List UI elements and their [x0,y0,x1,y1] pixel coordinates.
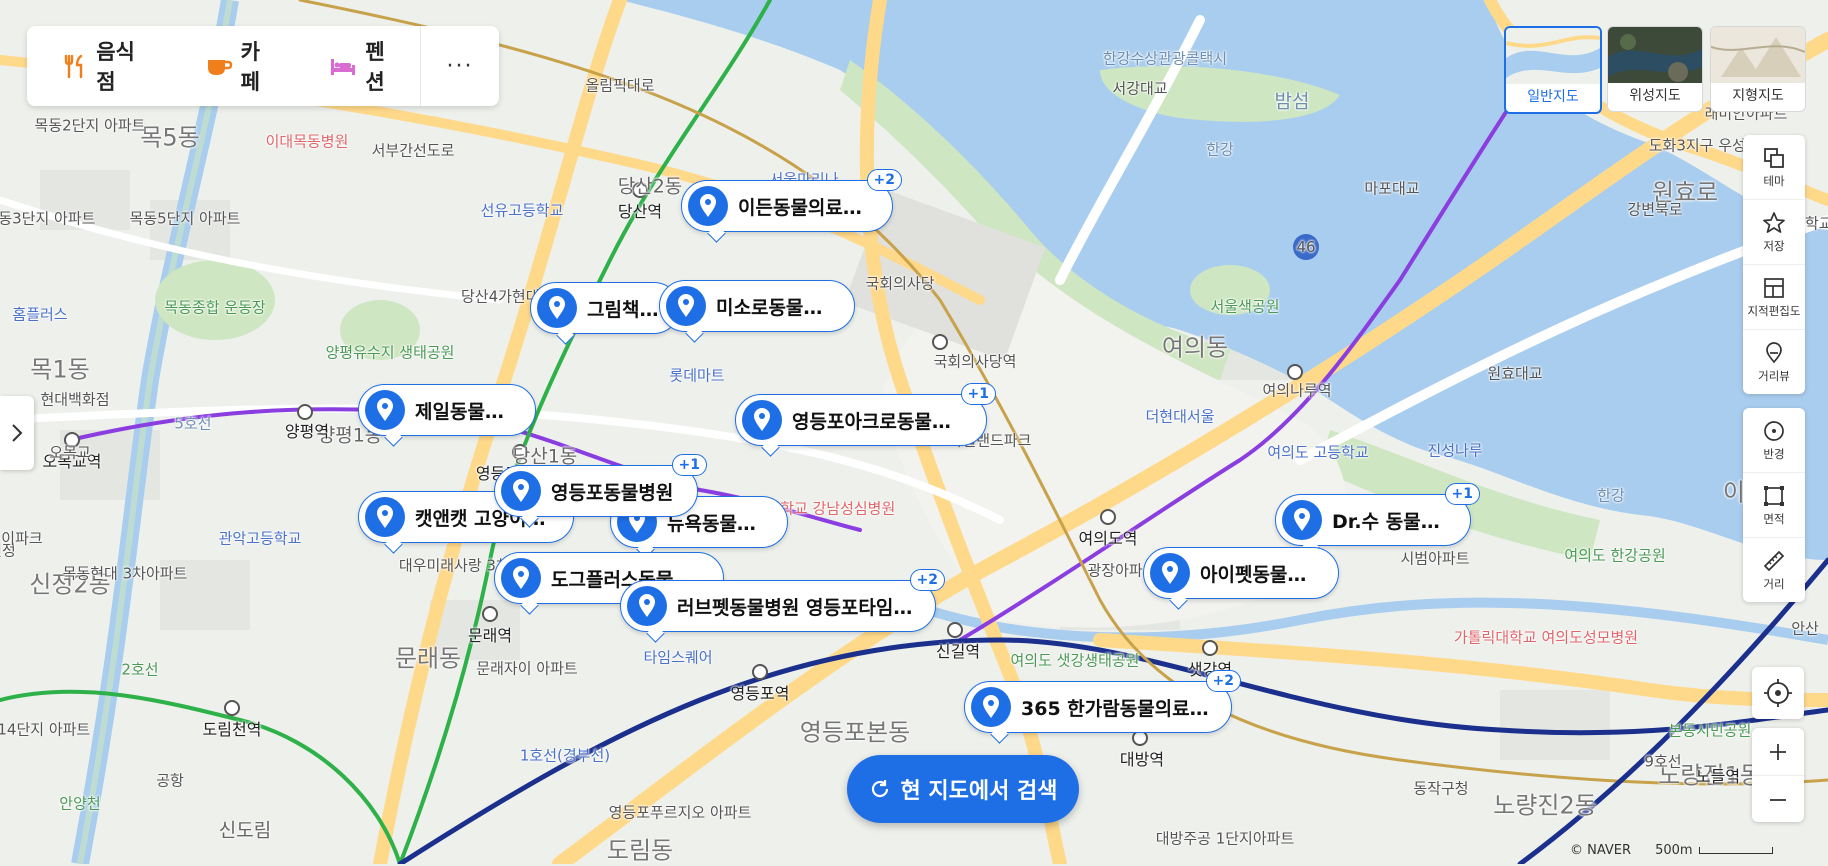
pin-name: 영등포아크로동물병원 [792,410,966,433]
refresh-icon [871,780,888,798]
chevron-right-icon [12,424,23,442]
crosshair-icon [1764,679,1792,707]
category-label: 음식점 [96,40,135,94]
location-pin-icon [627,586,667,626]
place-pin[interactable]: 365 한가람동물의료센터 +2 [964,670,1241,733]
pin-count-badge: +2 [909,569,945,591]
side-panel-toggle[interactable] [0,396,34,470]
place-pin[interactable]: 미소로동물병원 [659,280,855,332]
category-label: 펜션 [365,40,385,94]
coffee-cup-icon [205,52,233,80]
location-pin-icon [1282,500,1322,540]
plus-icon [1770,743,1786,760]
pin-count-badge: +2 [866,169,902,191]
map-tools-top: 테마 저장 지적편집도 거리뷰 [1743,135,1805,394]
pin-name: 러브펫동물병원 영등포타임… [677,596,913,619]
pin-name: Dr.수 동물병원 [1332,510,1450,533]
layer-terrain-map[interactable]: 지형지도 [1710,26,1806,112]
layer-satellite-map[interactable]: 위성지도 [1607,26,1703,112]
more-categories-button[interactable]: ··· [420,26,499,106]
map-tools-measure: 반경 면적 거리 [1743,408,1805,602]
category-restaurant-button[interactable]: 음식점 [27,26,171,106]
satellite-map-thumbnail-icon [1608,27,1702,83]
layer-normal-map[interactable]: 일반지도 [1504,26,1602,114]
pin-count-badge: +1 [960,383,996,405]
fork-knife-icon [61,52,88,80]
street-view-pin-icon [1766,341,1782,363]
pin-name: 이든동물의료센터 [738,196,872,219]
location-pin-icon [537,288,577,328]
tool-label: 거리 [1763,576,1785,591]
category-pension-button[interactable]: 펜션 [295,26,420,106]
place-pin[interactable]: 러브펫동물병원 영등포타임… +2 [620,569,945,632]
category-bar: 음식점 카페 펜션 ··· [27,26,499,106]
place-pin[interactable]: Dr.수 동물병원 +1 [1275,483,1480,546]
terrain-map-thumbnail-icon [1711,27,1805,83]
search-this-area-button[interactable]: 현 지도에서 검색 [847,755,1079,823]
location-pin-icon [365,390,405,430]
place-pin[interactable]: 그림책 읽 [530,282,680,334]
location-pin-icon [688,186,728,226]
tool-label: 저장 [1763,238,1785,253]
theme-button[interactable]: 테마 [1743,135,1805,200]
search-this-area-label: 현 지도에서 검색 [900,779,1058,804]
save-button[interactable]: 저장 [1743,200,1805,265]
tool-label: 거리뷰 [1758,368,1790,383]
category-cafe-button[interactable]: 카페 [171,26,296,106]
ruler-icon [1763,550,1785,571]
zoom-controls [1752,728,1804,822]
pin-name: 365 한가람동물의료센터 [1021,697,1211,720]
radius-icon [1764,420,1784,441]
layer-label: 위성지도 [1629,88,1681,104]
normal-map-thumbnail-icon [1506,28,1600,84]
location-pin-icon [501,558,541,598]
pin-name: 아이펫동물병원 [1200,563,1318,586]
minus-icon [1770,798,1786,801]
distance-button[interactable]: 거리 [1743,538,1805,602]
place-pin[interactable]: 아이펫동물병원 [1143,547,1339,599]
category-label: 카페 [240,40,260,94]
layer-label: 일반지도 [1527,89,1579,105]
place-pin[interactable]: 이든동물의료센터 +2 [681,169,902,232]
pin-name: 그림책 읽 [587,298,659,321]
tool-label: 지적편집도 [1747,303,1801,318]
location-pin-icon [971,687,1011,727]
pin-name: 미소로동물병원 [716,296,834,319]
tool-label: 면적 [1763,511,1785,526]
pin-count-badge: +1 [671,454,707,476]
pin-count-badge: +1 [1444,483,1480,505]
current-location-button[interactable] [1752,667,1804,719]
star-icon [1763,211,1785,233]
zoom-out-button[interactable] [1752,776,1804,823]
tool-label: 반경 [1763,446,1785,461]
place-pin[interactable]: 영등포아크로동물병원 +1 [735,383,996,446]
place-pin[interactable]: 영등포동물병원 +1 [494,454,707,517]
location-pin-icon [365,497,405,537]
layer-label: 지형지도 [1732,88,1784,104]
radius-button[interactable]: 반경 [1743,408,1805,473]
location-pin-icon [1150,553,1190,593]
location-pin-icon [666,286,706,326]
street-view-button[interactable]: 거리뷰 [1743,330,1805,394]
pin-name: 제일동물병원 [415,400,515,423]
theme-icon [1764,147,1784,168]
scale-bar [1698,847,1773,854]
area-button[interactable]: 면적 [1743,473,1805,538]
tool-label: 테마 [1763,173,1785,188]
cadastral-map-button[interactable]: 지적편집도 [1743,265,1805,330]
bed-icon [329,52,357,80]
zoom-in-button[interactable] [1752,728,1804,776]
area-icon [1764,485,1784,506]
place-pin[interactable]: 제일동물병원 [358,384,536,436]
location-pin-icon [501,471,541,511]
scale-text: 500m [1655,843,1693,858]
pin-name: 영등포동물병원 [551,481,674,504]
location-pin-icon [742,400,782,440]
copyright-text: © NAVER [1570,843,1632,858]
cadastral-grid-icon [1764,277,1784,298]
pin-count-badge: +2 [1205,670,1241,692]
map-attribution: © NAVER 500m [1570,843,1773,858]
